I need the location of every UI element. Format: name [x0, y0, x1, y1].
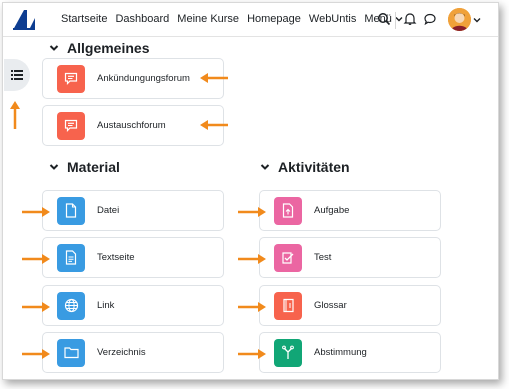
nav-item-webuntis[interactable]: WebUntis — [309, 13, 356, 25]
orange-arrow-left-icon — [200, 73, 228, 83]
activity-label: Datei — [97, 205, 120, 216]
orange-arrow-right-icon — [238, 302, 266, 312]
section-title: Material — [67, 159, 120, 175]
orange-arrow-right-icon — [22, 207, 50, 217]
orange-arrow-right-icon — [238, 207, 266, 217]
orange-arrow-up-icon — [10, 101, 20, 129]
top-navbar: Startseite Dashboard Meine Kurse Homepag… — [3, 3, 498, 37]
activity-label: Link — [97, 300, 115, 311]
user-menu-chevron-icon[interactable] — [473, 16, 481, 24]
section-title: Aktivitäten — [278, 159, 350, 175]
activity-card-test[interactable]: Test — [259, 237, 441, 278]
section-title: Allgemeines — [67, 40, 150, 56]
chat-bubble-icon[interactable] — [423, 12, 437, 26]
bell-icon[interactable] — [403, 12, 417, 26]
primary-navigation: Startseite Dashboard Meine Kurse Homepag… — [61, 13, 411, 25]
search-icon[interactable] — [377, 12, 391, 26]
nav-item-startseite[interactable]: Startseite — [61, 13, 107, 25]
file-icon — [57, 196, 85, 225]
orange-arrow-right-icon — [22, 302, 50, 312]
activity-card-link[interactable]: Link — [42, 285, 224, 326]
forum-icon — [57, 64, 85, 93]
user-avatar[interactable] — [448, 8, 471, 31]
nav-item-meine-kurse[interactable]: Meine Kurse — [177, 13, 239, 25]
activity-card-textseite[interactable]: Textseite — [42, 237, 224, 278]
activity-label: Abstimmung — [314, 347, 367, 358]
orange-arrow-right-icon — [238, 349, 266, 359]
orange-arrow-right-icon — [238, 254, 266, 264]
choice-icon — [274, 338, 302, 367]
activity-label: Test — [314, 252, 332, 263]
activity-card-verzeichnis[interactable]: Verzeichnis — [42, 332, 224, 373]
activity-label: Verzeichnis — [97, 347, 146, 358]
chevron-down-icon — [49, 45, 59, 51]
activity-label: Aufgabe — [314, 205, 350, 216]
activity-card-austauschforum[interactable]: Austauschforum — [42, 105, 224, 146]
section-heading-allgemeines[interactable]: Allgemeines — [49, 40, 149, 56]
quiz-icon — [274, 243, 302, 272]
assignment-icon — [274, 196, 302, 225]
activity-label: Austauschforum — [97, 120, 166, 131]
section-heading-aktivitaeten[interactable]: Aktivitäten — [260, 159, 350, 175]
page-icon — [57, 243, 85, 272]
activity-card-glossar[interactable]: Glossar — [259, 285, 441, 326]
orange-arrow-right-icon — [22, 349, 50, 359]
nav-divider — [395, 12, 396, 29]
course-index-toggle-button[interactable] — [4, 59, 30, 91]
list-icon — [11, 70, 23, 80]
nav-item-dashboard[interactable]: Dashboard — [115, 13, 169, 25]
activity-card-ankuendigungsforum[interactable]: Ankündungungsforum — [42, 58, 224, 99]
activity-label: Textseite — [97, 252, 135, 263]
orange-arrow-right-icon — [22, 254, 50, 264]
site-logo-icon[interactable] — [10, 8, 38, 32]
chevron-down-icon — [395, 17, 403, 22]
activity-card-datei[interactable]: Datei — [42, 190, 224, 231]
chevron-down-icon — [260, 164, 270, 170]
orange-arrow-left-icon — [200, 120, 228, 130]
forum-icon — [57, 111, 85, 140]
activity-card-abstimmung[interactable]: Abstimmung — [259, 332, 441, 373]
chevron-down-icon — [49, 164, 59, 170]
activity-label: Glossar — [314, 300, 347, 311]
globe-icon — [57, 291, 85, 320]
moodle-window: Startseite Dashboard Meine Kurse Homepag… — [2, 2, 499, 380]
activity-label: Ankündungungsforum — [97, 73, 190, 84]
activity-card-aufgabe[interactable]: Aufgabe — [259, 190, 441, 231]
section-heading-material[interactable]: Material — [49, 159, 120, 175]
folder-icon — [57, 338, 85, 367]
user-avatar-icon — [448, 8, 471, 31]
nav-item-homepage[interactable]: Homepage — [247, 13, 301, 25]
glossary-icon — [274, 291, 302, 320]
